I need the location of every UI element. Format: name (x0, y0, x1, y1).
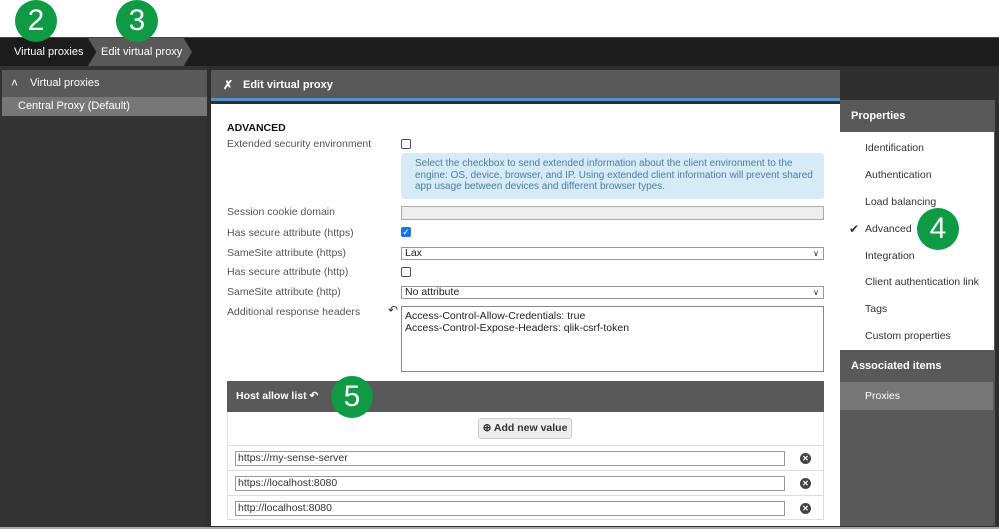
section-title: ADVANCED (227, 122, 286, 134)
list-item: http://localhost:8080 ✕ (228, 495, 823, 520)
session-cookie-domain-label: Session cookie domain (227, 206, 335, 218)
tools-icon: ✗ (223, 78, 234, 92)
undo-icon[interactable]: ↶ (388, 303, 398, 317)
samesite-http-select[interactable]: No attribute ∨ (401, 286, 824, 299)
host-allow-list-title: Host allow list (236, 390, 307, 402)
secure-https-label: Has secure attribute (https) (227, 227, 354, 239)
callout-badge: 2 (15, 0, 57, 42)
host-input[interactable]: https://my-sense-server (235, 451, 785, 466)
property-tags[interactable]: Tags (865, 303, 887, 315)
samesite-https-value: Lax (405, 247, 422, 259)
sidebar-header-label: Virtual proxies (30, 77, 100, 89)
samesite-https-select[interactable]: Lax ∨ (401, 247, 824, 260)
host-input[interactable]: http://localhost:8080 (235, 501, 785, 516)
host-allow-list-header: Host allow list ↶ (227, 381, 824, 412)
remove-icon[interactable]: ✕ (800, 503, 811, 514)
secure-http-checkbox[interactable] (401, 267, 411, 277)
samesite-https-label: SameSite attribute (https) (227, 247, 347, 259)
session-cookie-domain-input[interactable] (401, 206, 824, 220)
properties-list (840, 132, 994, 350)
remove-icon[interactable]: ✕ (800, 478, 811, 489)
callout-badge: 3 (116, 0, 158, 42)
sidebar-item-central-proxy[interactable]: Central Proxy (Default) (2, 97, 207, 116)
associated-items-header: Associated items (851, 360, 942, 372)
property-client-auth-link[interactable]: Client authentication link (865, 276, 979, 288)
check-icon: ✔ (849, 222, 860, 236)
breadcrumb-virtual-proxies[interactable]: Virtual proxies (0, 38, 98, 66)
secure-http-label: Has secure attribute (http) (227, 266, 349, 278)
extended-security-checkbox[interactable] (401, 139, 411, 149)
undo-icon[interactable]: ↶ (310, 390, 319, 402)
callout-badge: 5 (331, 376, 373, 418)
property-identification[interactable]: Identification (865, 142, 924, 154)
sidebar (0, 66, 207, 526)
list-item: https://localhost:8080 ✕ (228, 470, 823, 495)
samesite-http-value: No attribute (405, 286, 460, 298)
chevron-down-icon: ∨ (813, 288, 819, 297)
associated-item-proxies[interactable]: Proxies (840, 382, 993, 410)
secure-https-checkbox[interactable]: ✓ (401, 227, 411, 237)
add-new-value-label: Add new value (493, 422, 568, 434)
chevron-up-icon: ˄ (11, 76, 19, 90)
plus-circle-icon: ⊕ (482, 422, 492, 434)
breadcrumb-bar: Virtual proxies Edit virtual proxy (0, 37, 999, 66)
main-header: ✗ Edit virtual proxy (211, 70, 840, 101)
info-box: Select the checkbox to send extended inf… (401, 153, 824, 199)
list-item: https://my-sense-server ✕ (228, 445, 823, 470)
sidebar-header[interactable]: ˄ Virtual proxies (2, 70, 207, 97)
host-input[interactable]: https://localhost:8080 (235, 476, 785, 491)
callout-badge: 4 (917, 208, 959, 250)
remove-icon[interactable]: ✕ (800, 453, 811, 464)
samesite-http-label: SameSite attribute (http) (227, 286, 341, 298)
extended-security-label: Extended security environment (227, 138, 372, 150)
property-integration[interactable]: Integration (865, 250, 915, 262)
property-advanced[interactable]: Advanced (865, 223, 912, 235)
breadcrumb-edit-virtual-proxy[interactable]: Edit virtual proxy (88, 38, 192, 66)
page-title: Edit virtual proxy (243, 79, 333, 91)
chevron-down-icon: ∨ (813, 249, 819, 258)
response-headers-textarea[interactable]: Access-Control-Allow-Credentials: true A… (401, 306, 824, 372)
properties-header: Properties (851, 110, 906, 122)
property-authentication[interactable]: Authentication (865, 169, 932, 181)
response-headers-label: Additional response headers (227, 306, 361, 318)
property-load-balancing[interactable]: Load balancing (865, 196, 936, 208)
add-new-value-button[interactable]: ⊕ Add new value (478, 418, 572, 439)
property-custom-properties[interactable]: Custom properties (865, 330, 951, 342)
